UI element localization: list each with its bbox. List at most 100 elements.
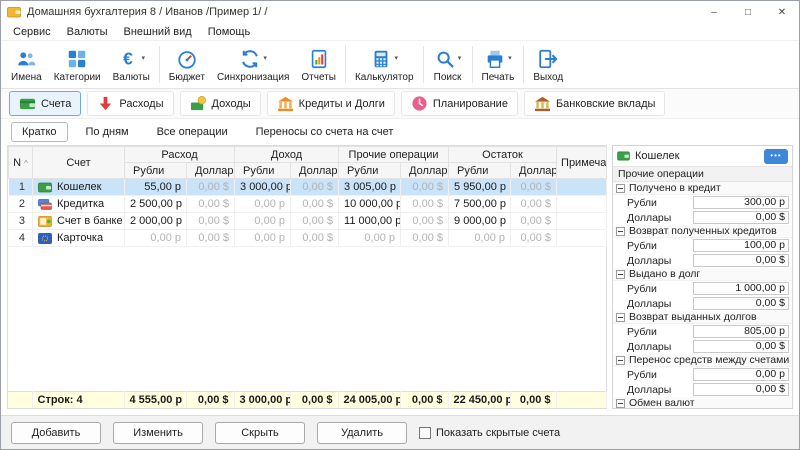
- collapse-icon[interactable]: [616, 270, 625, 279]
- dropdown-arrow-icon[interactable]: ▾: [394, 55, 398, 62]
- panel-row: Рубли300,00 р: [613, 195, 792, 210]
- account-name: Кредитка: [57, 198, 104, 210]
- accounts-table: N ^ Счет Расход Доход Прочие операции Ос…: [7, 145, 607, 409]
- people-icon: [15, 48, 37, 70]
- panel-value-rub[interactable]: 1 000,00 р: [693, 282, 789, 295]
- minimize-icon[interactable]: –: [697, 1, 731, 23]
- col-header-income[interactable]: Доход: [235, 147, 339, 163]
- checkbox-icon[interactable]: [419, 427, 431, 439]
- col-header-other-rub[interactable]: Рубли: [339, 163, 401, 179]
- print-label: Печать: [482, 72, 515, 83]
- table-row[interactable]: 4 Карточка 0,00 р 0,00 $ 0,00 р 0,00 $ 0…: [9, 230, 607, 247]
- col-header-account[interactable]: Счет: [33, 147, 125, 179]
- panel-value-usd[interactable]: 0,00 $: [693, 383, 789, 396]
- show-hidden-accounts-label: Показать скрытые счета: [436, 427, 560, 439]
- row-count: Строк: 4: [32, 391, 124, 408]
- col-header-expense-rub[interactable]: Рубли: [125, 163, 187, 179]
- window-title: Домашняя бухгалтерия 8 / Иванов /Пример …: [27, 6, 697, 18]
- panel-value-usd[interactable]: 0,00 $: [693, 340, 789, 353]
- names-button[interactable]: Имена: [5, 43, 48, 87]
- col-header-expense[interactable]: Расход: [125, 147, 235, 163]
- col-header-income-rub[interactable]: Рубли: [235, 163, 291, 179]
- sync-button[interactable]: ▾ Синхронизация: [211, 43, 295, 87]
- col-header-income-usd[interactable]: Доллары: [291, 163, 339, 179]
- subtab-by-days[interactable]: По дням: [76, 123, 139, 141]
- tab-accounts[interactable]: Счета: [9, 91, 81, 116]
- table-row[interactable]: 3 Счет в банке 2 000,00 р 0,00 $ 0,00 р …: [9, 213, 607, 230]
- panel-value-usd[interactable]: 0,00 $: [693, 254, 789, 267]
- tab-planning[interactable]: Планирование: [401, 91, 518, 116]
- dropdown-arrow-icon[interactable]: ▾: [263, 55, 267, 62]
- tab-planning-label: Планирование: [433, 98, 508, 110]
- panel-section-header[interactable]: Обмен валют: [613, 397, 792, 409]
- col-header-note[interactable]: Примечание: [557, 147, 607, 179]
- clock-icon: [411, 95, 428, 112]
- collapse-icon[interactable]: [616, 313, 625, 322]
- printer-icon: [484, 48, 506, 70]
- col-header-balance-rub[interactable]: Рубли: [449, 163, 511, 179]
- reports-button[interactable]: Отчеты: [295, 43, 342, 87]
- panel-value-usd[interactable]: 0,00 $: [693, 211, 789, 224]
- col-header-balance-usd[interactable]: Доллары: [511, 163, 557, 179]
- subtab-transfers[interactable]: Переносы со счета на счет: [246, 123, 404, 141]
- account-name: Кошелек: [57, 181, 101, 193]
- table-row[interactable]: 2 Кредитка 2 500,00 р 0,00 $ 0,00 р 0,00…: [9, 196, 607, 213]
- panel-row: Рубли100,00 р: [613, 238, 792, 253]
- calculator-button[interactable]: ▾ Калькулятор: [349, 43, 420, 87]
- panel-value-rub[interactable]: 0,00 р: [693, 368, 789, 381]
- col-header-balance[interactable]: Остаток: [449, 147, 557, 163]
- app-window: Домашняя бухгалтерия 8 / Иванов /Пример …: [0, 0, 800, 450]
- col-header-n[interactable]: N ^: [9, 147, 33, 179]
- col-header-other-usd[interactable]: Доллары: [401, 163, 449, 179]
- tab-income[interactable]: Доходы: [180, 91, 261, 116]
- menu-service[interactable]: Сервис: [5, 25, 59, 39]
- more-options-button[interactable]: •••: [764, 149, 788, 164]
- subtab-all-operations[interactable]: Все операции: [147, 123, 238, 141]
- dropdown-arrow-icon[interactable]: ▾: [141, 55, 145, 62]
- action-bar: Добавить Изменить Скрыть Удалить Показат…: [1, 415, 799, 449]
- search-button[interactable]: ▾ Поиск: [427, 43, 469, 87]
- panel-value-rub[interactable]: 100,00 р: [693, 239, 789, 252]
- panel-section-header[interactable]: Перенос средств между счетами: [613, 354, 792, 367]
- panel-section-header[interactable]: Возврат полученных кредитов: [613, 225, 792, 238]
- collapse-icon[interactable]: [616, 184, 625, 193]
- tab-income-label: Доходы: [212, 98, 251, 110]
- panel-value-rub[interactable]: 300,00 р: [693, 196, 789, 209]
- categories-button[interactable]: Категории: [48, 43, 107, 87]
- panel-row: Доллары0,00 $: [613, 296, 792, 311]
- currencies-button[interactable]: €▾ Валюты: [107, 43, 156, 87]
- panel-section-header[interactable]: Выдано в долг: [613, 268, 792, 281]
- col-header-other[interactable]: Прочие операции: [339, 147, 449, 163]
- maximize-icon[interactable]: □: [731, 1, 765, 23]
- dropdown-arrow-icon[interactable]: ▾: [458, 55, 462, 62]
- panel-value-usd[interactable]: 0,00 $: [693, 297, 789, 310]
- collapse-icon[interactable]: [616, 399, 625, 408]
- subtab-brief[interactable]: Кратко: [11, 122, 68, 142]
- add-button[interactable]: Добавить: [11, 422, 101, 444]
- collapse-icon[interactable]: [616, 356, 625, 365]
- edit-button[interactable]: Изменить: [113, 422, 203, 444]
- close-icon[interactable]: ✕: [765, 1, 799, 23]
- col-header-expense-usd[interactable]: Доллары: [187, 163, 235, 179]
- bank-columns-icon: [534, 95, 551, 112]
- tab-deposits[interactable]: Банковские вклады: [524, 91, 665, 116]
- tab-expenses[interactable]: Расходы: [87, 91, 173, 116]
- hide-button[interactable]: Скрыть: [215, 422, 305, 444]
- budget-button[interactable]: Бюджет: [163, 43, 211, 87]
- tab-credits[interactable]: Кредиты и Долги: [267, 91, 395, 116]
- dropdown-arrow-icon[interactable]: ▾: [508, 55, 512, 62]
- delete-button[interactable]: Удалить: [317, 422, 407, 444]
- table-row[interactable]: 1 Кошелек 55,00 р 0,00 $ 3 000,00 р 0,00…: [9, 179, 607, 196]
- panel-value-rub[interactable]: 805,00 р: [693, 325, 789, 338]
- menu-currencies[interactable]: Валюты: [59, 25, 116, 39]
- panel-section-header[interactable]: Получено в кредит: [613, 182, 792, 195]
- menu-help[interactable]: Помощь: [200, 25, 259, 39]
- exit-icon: [537, 48, 559, 70]
- print-button[interactable]: ▾ Печать: [476, 43, 521, 87]
- exit-button[interactable]: Выход: [527, 43, 569, 87]
- arrow-down-icon: [97, 95, 114, 112]
- collapse-icon[interactable]: [616, 227, 625, 236]
- panel-section-header[interactable]: Возврат выданных долгов: [613, 311, 792, 324]
- menu-appearance[interactable]: Внешний вид: [116, 25, 200, 39]
- show-hidden-accounts-checkbox[interactable]: Показать скрытые счета: [419, 427, 560, 439]
